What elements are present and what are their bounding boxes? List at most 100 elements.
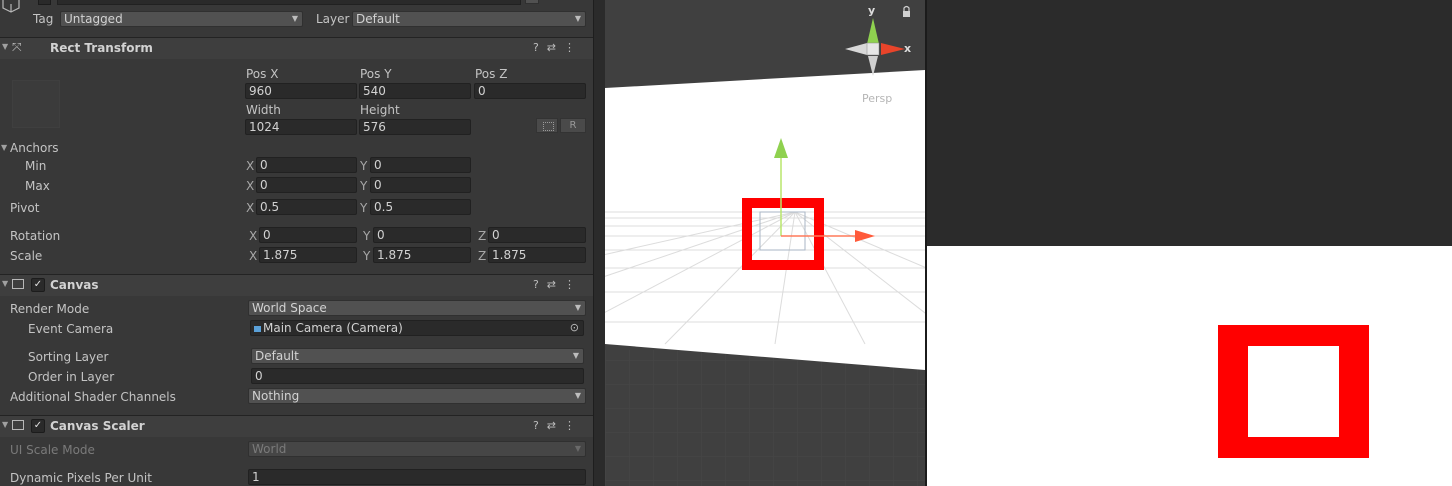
render-mode-dropdown[interactable]: World Space ▼ xyxy=(248,300,586,316)
dynamic-pixels-label: Dynamic Pixels Per Unit xyxy=(10,471,152,485)
rotation-x-axis-label: X xyxy=(249,229,258,243)
max-x-axis-label: X xyxy=(246,179,255,193)
game-red-square xyxy=(1218,325,1369,458)
scale-z-axis-label: Z xyxy=(478,249,487,263)
anchor-presets-box[interactable] xyxy=(12,80,60,128)
pivot-x-field[interactable]: 0.5 xyxy=(256,199,357,215)
more-menu-icon[interactable]: ⋮ xyxy=(564,41,583,54)
canvas-header[interactable]: ▼ ✓ Canvas ?⇄⋮ xyxy=(0,274,593,296)
min-label: Min xyxy=(25,159,47,173)
pivot-label: Pivot xyxy=(10,201,40,215)
rect-transform-icon: ⤧ xyxy=(12,40,22,54)
canvas-scaler-component-icon xyxy=(12,420,24,430)
pos-z-field[interactable]: 0 xyxy=(474,83,586,99)
game-view[interactable] xyxy=(927,0,1452,486)
rect-transform-header[interactable]: ▼ ⤧ Rect Transform ?⇄⋮ xyxy=(0,37,593,59)
scale-y-axis-label: Y xyxy=(363,249,371,263)
height-field[interactable]: 576 xyxy=(359,119,471,135)
gizmo-x-label: x xyxy=(904,42,912,55)
help-icon[interactable]: ? xyxy=(533,41,547,54)
name-field-strip xyxy=(57,0,521,5)
inspector-panel: Tag Untagged ▼ Layer Default ▼ ▼ ⤧ Rect … xyxy=(0,0,593,486)
static-checkbox[interactable] xyxy=(38,0,51,5)
preset-icon[interactable]: ⇄ xyxy=(547,278,564,291)
rotation-z-field[interactable]: 0 xyxy=(488,227,586,243)
scene-view[interactable]: y x Persp xyxy=(605,0,925,486)
event-camera-label: Event Camera xyxy=(28,322,114,336)
raw-edit-button[interactable]: R xyxy=(560,118,586,133)
component-header-icons: ?⇄⋮ xyxy=(533,41,583,54)
object-picker-icon[interactable]: ⊙ xyxy=(570,321,579,335)
scale-y-field[interactable]: 1.875 xyxy=(373,247,471,263)
scale-label: Scale xyxy=(10,249,43,263)
min-y-axis-label: Y xyxy=(360,159,368,173)
scene-ground-grid xyxy=(605,350,925,486)
anchors-label: Anchors xyxy=(10,141,59,155)
pivot-y-field[interactable]: 0.5 xyxy=(370,199,471,215)
min-x-field[interactable]: 0 xyxy=(256,157,357,173)
max-x-field[interactable]: 0 xyxy=(256,177,357,193)
layer-dropdown[interactable]: Default ▼ xyxy=(352,11,586,27)
scale-x-axis-label: X xyxy=(249,249,258,263)
canvas-enabled-checkbox[interactable]: ✓ xyxy=(31,278,45,292)
pivot-x-axis-label: X xyxy=(246,201,255,215)
pos-x-field[interactable]: 960 xyxy=(245,83,357,99)
static-dropdown-stub[interactable] xyxy=(525,0,539,4)
max-y-field[interactable]: 0 xyxy=(370,177,471,193)
pos-x-label: Pos X xyxy=(246,67,279,81)
pivot-y-axis-label: Y xyxy=(360,201,368,215)
scale-z-field[interactable]: 1.875 xyxy=(488,247,586,263)
pos-z-label: Pos Z xyxy=(475,67,508,81)
dynamic-pixels-field[interactable]: 1 xyxy=(248,469,586,485)
preset-icon[interactable]: ⇄ xyxy=(547,41,564,54)
rotation-y-field[interactable]: 0 xyxy=(373,227,471,243)
max-y-axis-label: Y xyxy=(360,179,368,193)
scale-x-field[interactable]: 1.875 xyxy=(259,247,357,263)
help-icon[interactable]: ? xyxy=(533,278,547,291)
event-camera-field[interactable]: Main Camera (Camera) ⊙ xyxy=(250,320,584,336)
persp-label[interactable]: Persp xyxy=(862,92,892,105)
more-menu-icon[interactable]: ⋮ xyxy=(564,278,583,291)
shader-channels-dropdown[interactable]: Nothing ▼ xyxy=(248,388,586,404)
canvas-scaler-header[interactable]: ▼ ✓ Canvas Scaler ?⇄⋮ xyxy=(0,415,593,437)
canvas-scaler-enabled-checkbox[interactable]: ✓ xyxy=(31,419,45,433)
help-icon[interactable]: ? xyxy=(533,419,547,432)
rotation-y-axis-label: Y xyxy=(363,229,371,243)
fold-arrow-icon[interactable]: ▼ xyxy=(2,42,8,51)
game-canvas-white xyxy=(927,246,1452,486)
pos-y-field[interactable]: 540 xyxy=(359,83,471,99)
canvas-plane xyxy=(605,70,925,370)
sorting-layer-dropdown[interactable]: Default ▼ xyxy=(251,348,584,364)
rect-transform-title: Rect Transform xyxy=(50,41,153,55)
more-menu-icon[interactable]: ⋮ xyxy=(564,419,583,432)
gizmo-center-cube[interactable] xyxy=(866,42,880,56)
min-y-field[interactable]: 0 xyxy=(370,157,471,173)
anchors-fold-icon[interactable]: ▼ xyxy=(1,143,7,152)
chevron-down-icon: ▼ xyxy=(574,14,581,23)
chevron-down-icon: ▼ xyxy=(574,303,581,312)
shader-channels-value: Nothing xyxy=(252,389,300,403)
fold-arrow-icon[interactable]: ▼ xyxy=(2,279,8,288)
width-label: Width xyxy=(246,103,281,117)
ui-scale-mode-label: UI Scale Mode xyxy=(10,443,95,457)
game-sky xyxy=(927,0,1452,246)
chevron-down-icon: ▼ xyxy=(291,14,298,23)
chevron-down-icon: ▼ xyxy=(574,444,581,453)
ui-scale-mode-value: World xyxy=(252,442,287,456)
lock-icon[interactable] xyxy=(903,11,910,17)
blueprint-mode-button[interactable] xyxy=(536,118,558,133)
component-header-icons: ?⇄⋮ xyxy=(533,419,583,432)
render-mode-value: World Space xyxy=(252,301,327,315)
tag-label: Tag xyxy=(33,12,54,26)
tag-dropdown[interactable]: Untagged ▼ xyxy=(60,11,303,27)
layer-label: Layer xyxy=(316,12,350,26)
rotation-label: Rotation xyxy=(10,229,61,243)
preset-icon[interactable]: ⇄ xyxy=(547,419,564,432)
height-label: Height xyxy=(360,103,400,117)
pos-y-label: Pos Y xyxy=(360,67,392,81)
rotation-x-field[interactable]: 0 xyxy=(259,227,357,243)
width-field[interactable]: 1024 xyxy=(245,119,357,135)
fold-arrow-icon[interactable]: ▼ xyxy=(2,420,8,429)
order-in-layer-field[interactable]: 0 xyxy=(251,368,584,384)
component-header-icons: ?⇄⋮ xyxy=(533,278,583,291)
